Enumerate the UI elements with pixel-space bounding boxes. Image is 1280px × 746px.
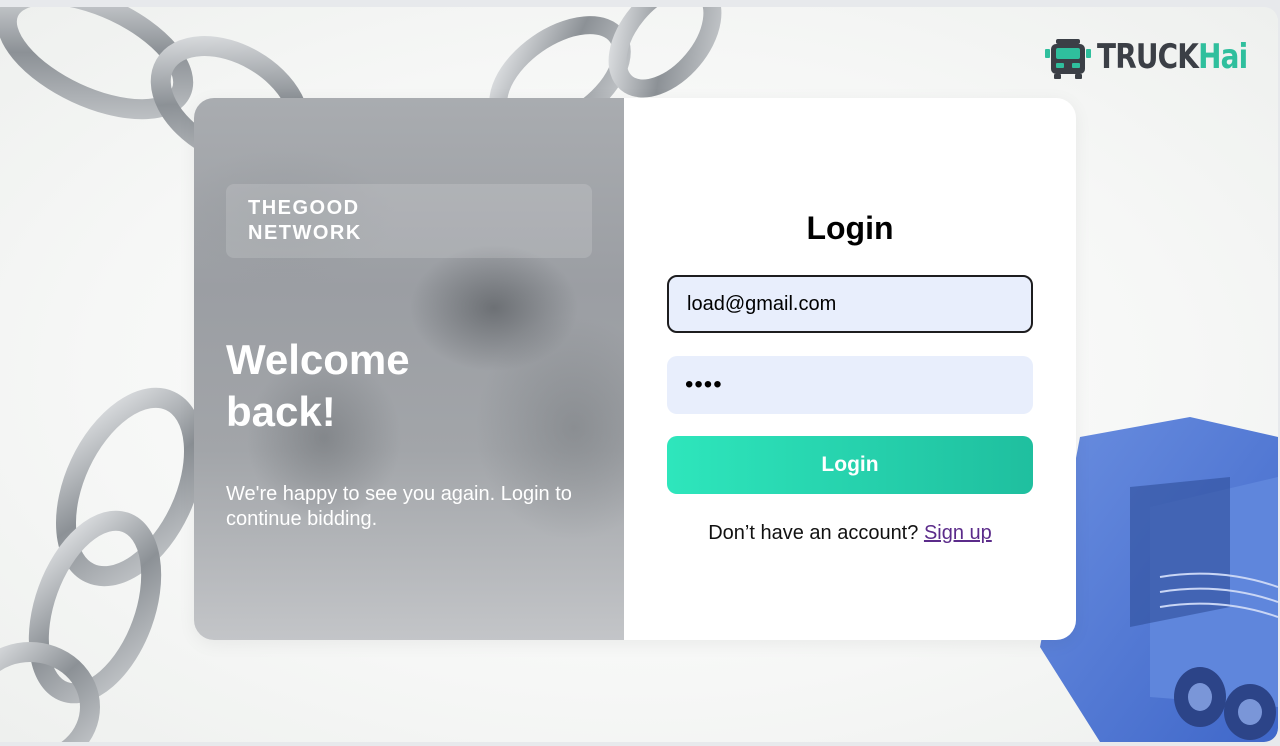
brand-name-part1: TRUCK	[1096, 37, 1199, 77]
chain-links-bottom-left	[0, 387, 205, 742]
signup-prompt: Don’t have an account? Sign up	[624, 522, 1076, 545]
truckhai-logo[interactable]: TRUCKHai	[1044, 35, 1248, 79]
signup-link[interactable]: Sign up	[924, 522, 992, 544]
truck-icon	[1044, 39, 1091, 79]
welcome-panel: THEGOOD NETWORK Welcome back! We're happ…	[194, 98, 624, 640]
welcome-heading: Welcome back!	[226, 336, 410, 435]
network-badge: THEGOOD NETWORK	[226, 184, 592, 258]
brand-name-part2: Hai	[1197, 37, 1248, 77]
email-field[interactable]: load@gmail.com	[667, 275, 1033, 333]
welcome-subtext: We're happy to see you again. Login to c…	[226, 483, 572, 530]
login-button[interactable]: Login	[667, 436, 1033, 494]
login-form-panel: Login load@gmail.com •••• Login Don’t ha…	[624, 98, 1076, 640]
login-card: THEGOOD NETWORK Welcome back! We're happ…	[194, 98, 1076, 640]
password-field[interactable]: ••••	[667, 356, 1033, 414]
signup-prompt-text: Don’t have an account?	[708, 522, 919, 544]
brand-name: TRUCKHai	[1096, 37, 1248, 77]
login-page: TRUCKHai THEGOOD NETWORK Welcome back! W…	[0, 7, 1278, 742]
network-name: THEGOOD NETWORK	[248, 197, 362, 244]
login-title: Login	[806, 210, 894, 246]
